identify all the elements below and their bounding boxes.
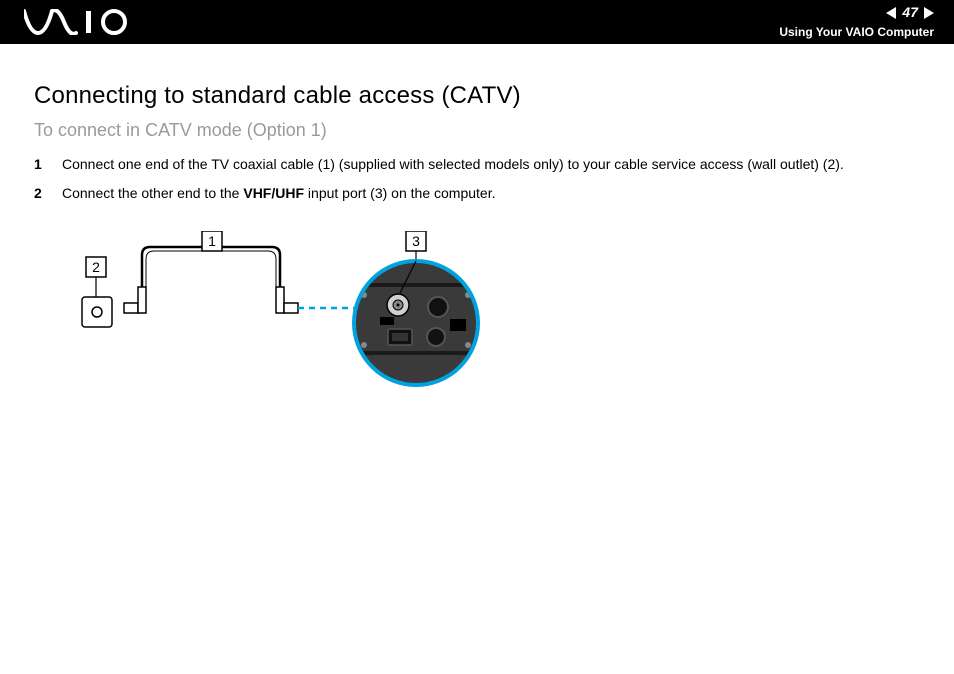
- step-number: 1: [34, 155, 48, 174]
- step-number: 2: [34, 184, 48, 203]
- instruction-step: 2 Connect the other end to the VHF/UHF i…: [34, 184, 920, 203]
- step-text-fragment: input port (3) on the computer.: [304, 185, 495, 201]
- connection-diagram: 2 1 3: [58, 231, 498, 411]
- prev-page-arrow-icon[interactable]: [886, 7, 896, 19]
- page-title: Connecting to standard cable access (CAT…: [34, 82, 920, 110]
- header-right: 47 Using Your VAIO Computer: [779, 5, 934, 38]
- page-content: Connecting to standard cable access (CAT…: [0, 44, 954, 411]
- step-text-fragment: Connect the other end to the: [62, 185, 243, 201]
- step-text-fragment: Connect one end of the TV coaxial cable …: [62, 156, 844, 172]
- step-text-bold: VHF/UHF: [243, 185, 304, 201]
- page-subtitle: To connect in CATV mode (Option 1): [34, 120, 920, 141]
- section-title: Using Your VAIO Computer: [779, 26, 934, 39]
- instruction-list: 1 Connect one end of the TV coaxial cabl…: [34, 155, 920, 203]
- page-nav: 47: [886, 5, 934, 20]
- instruction-step: 1 Connect one end of the TV coaxial cabl…: [34, 155, 920, 174]
- step-text: Connect one end of the TV coaxial cable …: [62, 155, 844, 174]
- header-bar: 47 Using Your VAIO Computer: [0, 0, 954, 44]
- callout-3: 3: [412, 233, 420, 249]
- vaio-logo: [24, 9, 134, 35]
- next-page-arrow-icon[interactable]: [924, 7, 934, 19]
- step-text: Connect the other end to the VHF/UHF inp…: [62, 184, 495, 203]
- callout-1: 1: [208, 233, 216, 249]
- page-number: 47: [902, 5, 918, 20]
- callout-2: 2: [92, 259, 100, 275]
